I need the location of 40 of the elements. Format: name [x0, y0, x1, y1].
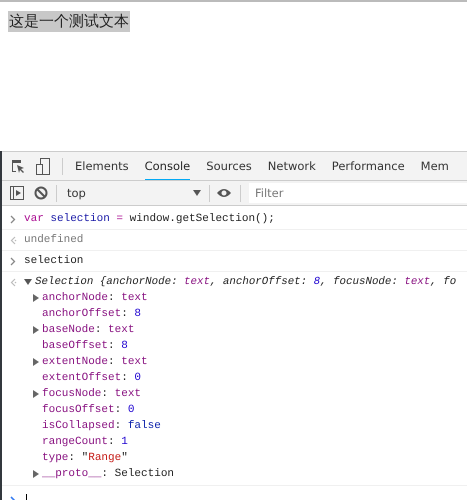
inspect-icon[interactable] [10, 158, 26, 174]
property-line: rangeCount: 1 [41, 436, 128, 448]
page-text: 这是一个测试文本 [8, 11, 130, 32]
command-text: var selection = window.getSelection(); [24, 213, 275, 225]
property-line: type: "Range" [41, 452, 128, 464]
sidebar-toggle-icon[interactable] [10, 186, 24, 200]
object-summary: Selection {anchorNode: text, anchorOffset: 8, focusNode: text, fo [35, 276, 456, 288]
expand-triangle-icon[interactable] [32, 390, 40, 398]
property-line: extentNode: text [41, 356, 148, 368]
property-line: focusOffset: 0 [41, 404, 134, 416]
property-line: isCollapsed: false [41, 420, 161, 432]
expand-triangle-icon[interactable] [24, 278, 32, 286]
device-icon[interactable] [36, 158, 50, 174]
context-select[interactable]: top [65, 186, 205, 200]
panel-tab[interactable]: Performance [332, 152, 405, 180]
panel-tab[interactable]: Mem [420, 152, 449, 180]
expand-triangle-icon[interactable] [32, 294, 40, 302]
property-line: baseOffset: 8 [41, 340, 128, 352]
eye-icon[interactable] [216, 187, 232, 199]
property-line: __proto__: Selection [41, 468, 174, 480]
property-line: anchorNode: text [41, 292, 148, 304]
property-line: baseNode: text [41, 324, 134, 336]
expand-triangle-icon[interactable] [32, 326, 40, 334]
filter-field[interactable]: Filter [249, 183, 467, 203]
result-arrow-icon [10, 278, 16, 286]
command-text: selection [24, 255, 84, 267]
clear-icon[interactable] [34, 186, 48, 200]
expand-triangle-icon[interactable] [32, 470, 40, 478]
result-arrow-icon [10, 236, 16, 244]
expand-triangle-icon[interactable] [32, 358, 40, 366]
console-result: undefined [24, 234, 84, 246]
input-chevron-icon [10, 214, 16, 224]
panel-tab[interactable]: Elements [75, 152, 129, 180]
input-chevron-icon [10, 256, 16, 266]
caret-icon [193, 190, 201, 196]
panel-tab[interactable]: Network [268, 152, 316, 180]
panel-tab[interactable]: Sources [206, 152, 252, 180]
property-line: anchorOffset: 8 [41, 308, 142, 320]
property-line: focusNode: text [41, 388, 142, 400]
property-line: extentOffset: 0 [41, 372, 142, 384]
